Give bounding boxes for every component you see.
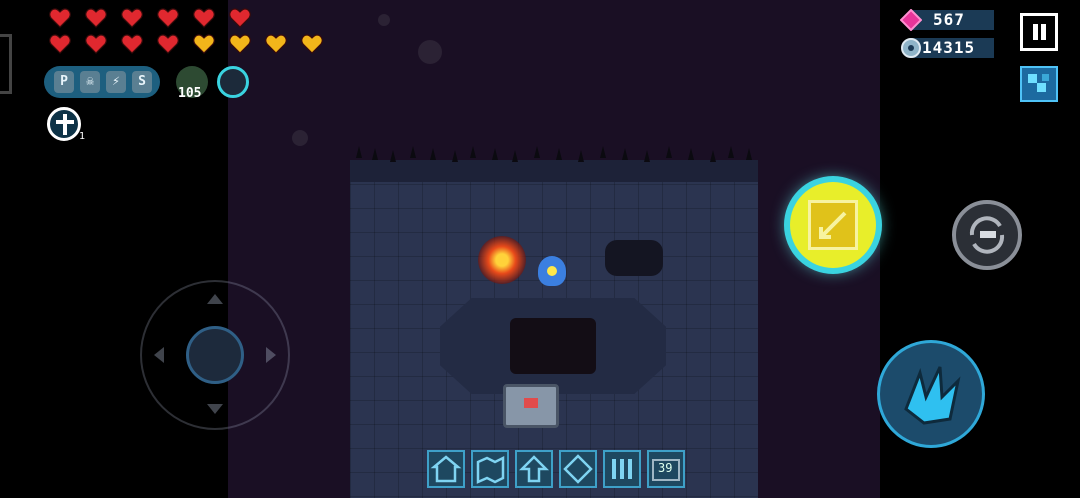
player-eye [547,266,557,276]
spike [728,146,734,158]
attack-button[interactable] [877,340,985,448]
spike [746,148,752,160]
item-house[interactable] [427,450,465,488]
spike [688,148,694,160]
spike [430,148,436,160]
chest-lock-icon [524,398,538,408]
buff-lightning-icon: ⚡ [106,71,126,93]
heart-red-icon [49,8,71,28]
spike [556,148,562,160]
claw-attack-icon [904,366,961,425]
spike [534,146,540,158]
item-counter-value: 39 [658,461,673,475]
spike [452,150,458,162]
buff-s-icon: S [132,71,152,93]
arrow-up-icon [207,294,223,304]
arrow-left-icon [154,347,164,363]
item-upgrade[interactable] [515,450,553,488]
revive-cross-icon [47,107,81,141]
weapon-secondary-icon[interactable] [217,66,249,98]
skill-icon [808,200,858,250]
spike [578,150,584,162]
spike [410,146,416,158]
swap-icon [969,216,1005,254]
buff-skull-icon: ☠ [80,71,100,93]
pause-button[interactable] [1020,13,1058,51]
arrow-right-icon [266,347,276,363]
floating-orb [378,14,390,26]
weapon-ammo-count: 105 [178,86,202,101]
item-map[interactable] [471,450,509,488]
gem-item-icon [563,454,593,484]
swap-weapon-button[interactable] [952,200,1022,270]
room-top-wall [350,160,758,182]
heart-red-icon [157,8,179,28]
gem-count: 567 [933,10,965,29]
shadow-patch [605,240,663,276]
minimap-button[interactable] [1020,66,1058,102]
heart-red-icon [193,8,215,28]
floating-orb [418,40,442,64]
heart-red-icon [85,8,107,28]
house-icon [430,455,462,483]
coin-count: 14315 [922,38,976,57]
dark-pit [510,318,596,374]
heart-red-icon [229,8,251,28]
gem-icon [900,9,922,31]
buff-p-icon: P [54,71,74,93]
heart-gold-icon [265,34,287,54]
heart-gold-icon [301,34,323,54]
coin-icon [901,38,921,58]
spike [470,146,476,158]
spike [644,150,650,162]
spike [390,150,396,162]
heart-gold-icon [193,34,215,54]
spike [372,148,378,160]
heart-red-icon [49,34,71,54]
buff-panel: P ☠ ⚡ S [44,66,160,98]
spike [492,148,498,160]
item-grid[interactable] [603,450,641,488]
revive-count: 1 [79,131,86,142]
floating-orb [292,130,308,146]
minimap-icon [1028,74,1049,92]
grid-icon [612,459,632,479]
upgrade-icon [518,455,550,483]
spike [710,150,716,162]
spike [622,148,628,160]
arrow-down-icon [207,404,223,414]
heart-red-icon [121,34,143,54]
spike [512,150,518,162]
spike [356,146,362,158]
burning-enemy [478,236,526,284]
joystick-knob[interactable] [186,326,244,384]
heart-red-icon [121,8,143,28]
heart-red-icon [85,34,107,54]
map-icon [476,455,505,484]
item-gem[interactable] [559,450,597,488]
side-frame [0,34,12,94]
spike [666,146,672,158]
heart-red-icon [157,34,179,54]
spike [600,146,606,158]
heart-gold-icon [229,34,251,54]
